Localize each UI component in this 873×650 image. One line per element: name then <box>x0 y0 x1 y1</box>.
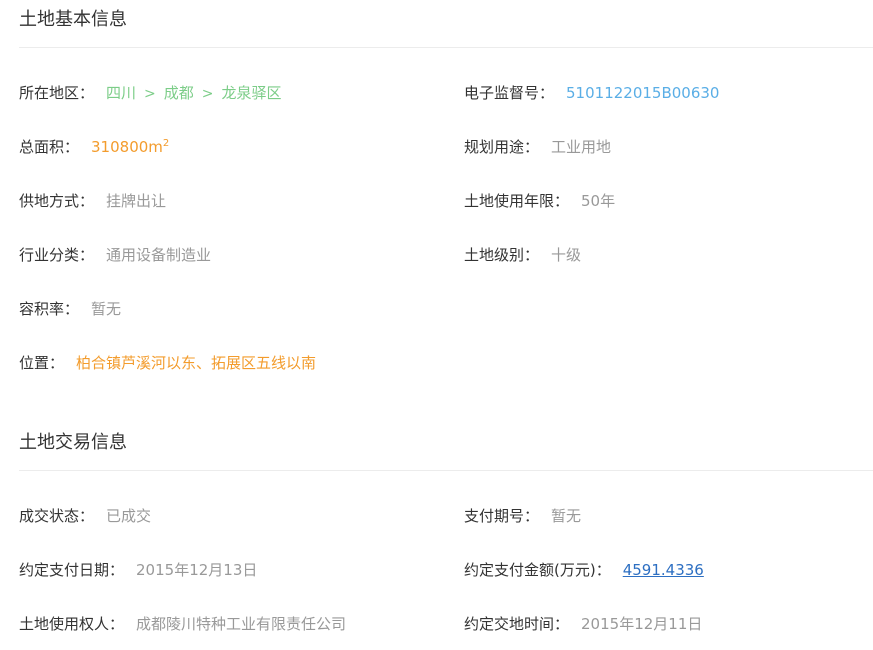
payment-amount-field: 约定支付金额(万元)： 4591.4336 <box>464 559 873 580</box>
delivery-time-label: 约定交地时间： <box>464 614 570 633</box>
info-row: 约定支付日期： 2015年12月13日 约定支付金额(万元)： 4591.433… <box>19 542 873 596</box>
area-unit-superscript: 2 <box>162 137 170 149</box>
supply-method-field: 供地方式： 挂牌出让 <box>19 190 464 211</box>
region-label: 所在地区： <box>19 83 95 102</box>
planned-use-field: 规划用途： 工业用地 <box>464 136 873 157</box>
region-separator: > <box>144 85 156 102</box>
trade-status-field: 成交状态： 已成交 <box>19 505 464 526</box>
info-row: 总面积： 310800m2 规划用途： 工业用地 <box>19 119 873 173</box>
info-row: 位置： 柏合镇芦溪河以东、拓展区五线以南 <box>19 335 873 389</box>
plot-ratio-field: 容积率： 暂无 <box>19 298 464 319</box>
info-row: 行业分类： 通用设备制造业 土地级别： 十级 <box>19 227 873 281</box>
delivery-time-field: 约定交地时间： 2015年12月11日 <box>464 613 873 634</box>
use-years-label: 土地使用年限： <box>464 191 570 210</box>
area-label: 总面积： <box>19 137 80 156</box>
use-years-field: 土地使用年限： 50年 <box>464 190 873 211</box>
area-number: 310800m <box>91 137 163 156</box>
location-label: 位置： <box>19 353 65 372</box>
plot-ratio-label: 容积率： <box>19 299 80 318</box>
supply-method-value: 挂牌出让 <box>106 191 167 210</box>
info-row: 供地方式： 挂牌出让 土地使用年限： 50年 <box>19 173 873 227</box>
payment-period-value: 暂无 <box>551 506 582 525</box>
land-trade-info-title: 土地交易信息 <box>19 423 873 471</box>
region-district[interactable]: 龙泉驿区 <box>222 84 282 102</box>
area-value: 310800m2 <box>91 138 169 156</box>
region-breadcrumb: 四川 > 成都 > 龙泉驿区 <box>106 82 282 103</box>
supervision-no-value: 5101122015B00630 <box>566 83 720 102</box>
payment-period-field: 支付期号： 暂无 <box>464 505 873 526</box>
industry-field: 行业分类： 通用设备制造业 <box>19 244 464 265</box>
area-field: 总面积： 310800m2 <box>19 136 464 157</box>
supply-method-label: 供地方式： <box>19 191 95 210</box>
info-row: 土地使用权人： 成都陵川特种工业有限责任公司 约定交地时间： 2015年12月1… <box>19 596 873 650</box>
region-province[interactable]: 四川 <box>106 84 136 102</box>
trade-status-value: 已成交 <box>106 506 152 525</box>
supervision-no-label: 电子监督号： <box>464 83 555 102</box>
location-field: 位置： 柏合镇芦溪河以东、拓展区五线以南 <box>19 352 464 373</box>
planned-use-label: 规划用途： <box>464 137 540 156</box>
payment-date-value: 2015年12月13日 <box>136 560 258 579</box>
land-grade-value: 十级 <box>551 245 582 264</box>
planned-use-value: 工业用地 <box>551 137 612 156</box>
payment-period-label: 支付期号： <box>464 506 540 525</box>
land-user-field: 土地使用权人： 成都陵川特种工业有限责任公司 <box>19 613 464 634</box>
info-row: 所在地区： 四川 > 成都 > 龙泉驿区 电子监督号： 5101122015B00630 <box>19 65 873 119</box>
payment-amount-label: 约定支付金额(万元)： <box>464 560 611 579</box>
land-grade-label: 土地级别： <box>464 245 540 264</box>
region-field: 所在地区： 四川 > 成都 > 龙泉驿区 <box>19 82 464 103</box>
land-grade-field: 土地级别： 十级 <box>464 244 873 265</box>
land-basic-info-section: 土地基本信息 所在地区： 四川 > 成都 > 龙泉驿区 电子监督号： 510112201… <box>19 0 873 389</box>
info-row: 成交状态： 已成交 支付期号： 暂无 <box>19 488 873 542</box>
payment-date-field: 约定支付日期： 2015年12月13日 <box>19 559 464 580</box>
land-user-value: 成都陵川特种工业有限责任公司 <box>136 614 347 633</box>
region-separator: > <box>201 85 214 102</box>
land-trade-info-section: 土地交易信息 成交状态： 已成交 支付期号： 暂无 约定支付日期： 2015年1… <box>19 423 873 650</box>
land-basic-info-title: 土地基本信息 <box>19 0 873 48</box>
payment-amount-link[interactable]: 4591.4336 <box>623 561 704 579</box>
industry-value: 通用设备制造业 <box>106 245 212 264</box>
plot-ratio-value: 暂无 <box>91 299 122 318</box>
location-value: 柏合镇芦溪河以东、拓展区五线以南 <box>76 353 317 372</box>
trade-status-label: 成交状态： <box>19 506 95 525</box>
land-user-label: 土地使用权人： <box>19 614 125 633</box>
industry-label: 行业分类： <box>19 245 95 264</box>
supervision-no-field: 电子监督号： 5101122015B00630 <box>464 82 873 103</box>
info-row: 容积率： 暂无 <box>19 281 873 335</box>
region-city[interactable]: 成都 <box>164 84 194 102</box>
payment-date-label: 约定支付日期： <box>19 560 125 579</box>
use-years-value: 50年 <box>581 191 616 210</box>
delivery-time-value: 2015年12月11日 <box>581 614 703 633</box>
